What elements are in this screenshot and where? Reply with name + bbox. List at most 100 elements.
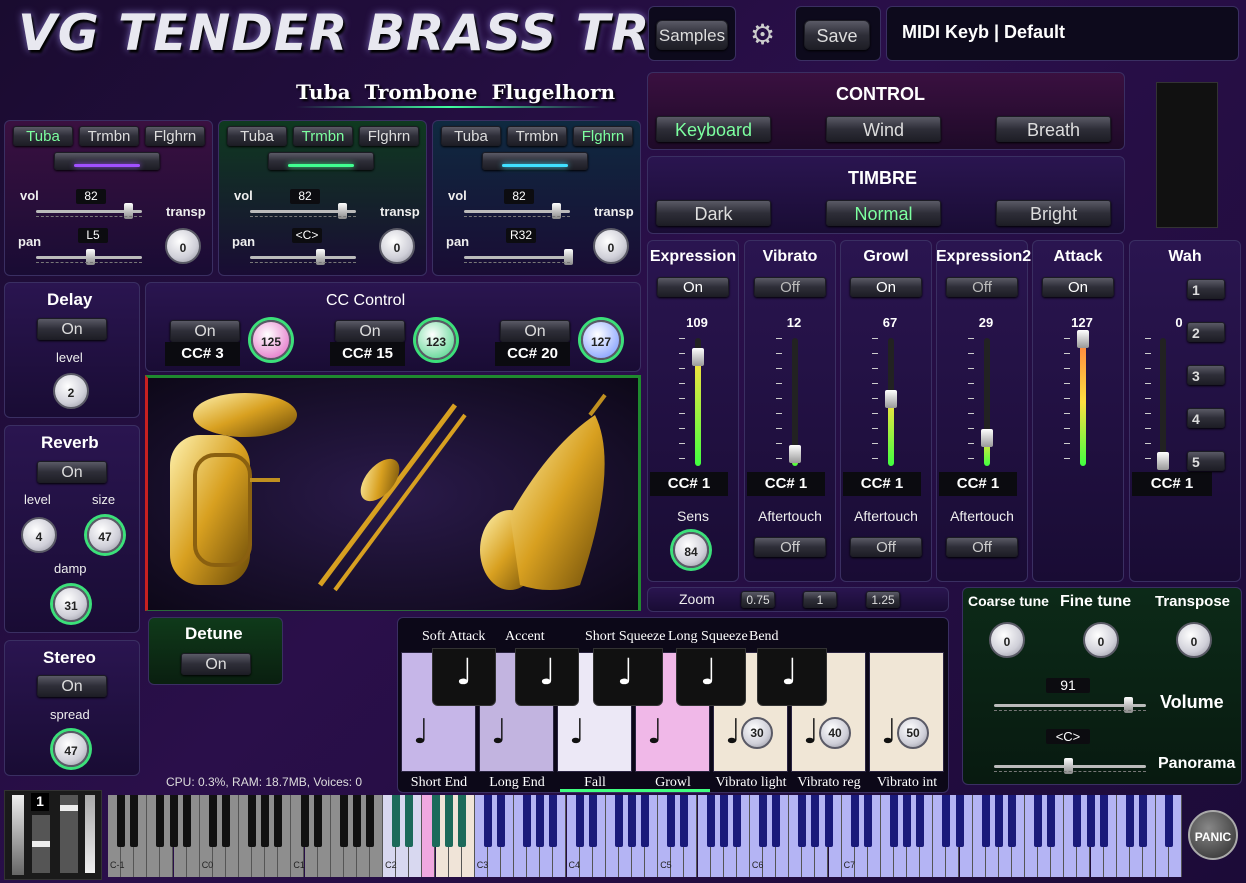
piano-black-key[interactable] bbox=[405, 795, 414, 847]
piano-black-key[interactable] bbox=[208, 795, 217, 847]
piano-black-key[interactable] bbox=[274, 795, 283, 847]
piano-black-key[interactable] bbox=[981, 795, 990, 847]
channel-2-transp-knob[interactable]: 0 bbox=[593, 228, 629, 264]
strip-4-toggle[interactable]: On bbox=[1042, 277, 1114, 297]
save-button[interactable]: Save bbox=[804, 20, 870, 50]
control-breath-button[interactable]: Breath bbox=[996, 116, 1111, 142]
strip-0-fader[interactable] bbox=[692, 338, 704, 466]
zoom-075-button[interactable]: 0.75 bbox=[741, 591, 775, 608]
channel-2-select-bar[interactable] bbox=[482, 152, 588, 170]
cc-1-on-button[interactable]: On bbox=[335, 320, 405, 342]
piano-black-key[interactable] bbox=[523, 795, 532, 847]
vibrato-knob-0[interactable]: 30 bbox=[741, 717, 773, 749]
piano-black-key[interactable] bbox=[824, 795, 833, 847]
pitch-wheel[interactable] bbox=[12, 795, 24, 875]
samples-button[interactable]: Samples bbox=[656, 20, 728, 50]
channel-0-vol-slider[interactable] bbox=[36, 203, 142, 219]
piano-black-key[interactable] bbox=[366, 795, 374, 847]
gear-icon[interactable]: ⚙ bbox=[750, 18, 775, 51]
strip-3-fader[interactable] bbox=[981, 338, 993, 466]
delay-level-knob[interactable]: 2 bbox=[53, 373, 89, 409]
panorama-slider[interactable] bbox=[994, 758, 1146, 774]
coarse-tune-knob[interactable]: 0 bbox=[989, 622, 1025, 658]
piano-black-key[interactable] bbox=[549, 795, 558, 847]
control-wind-button[interactable]: Wind bbox=[826, 116, 941, 142]
channel-1-tab-flghrn[interactable]: Flghrn bbox=[359, 126, 419, 146]
mod-wheel-2[interactable] bbox=[60, 795, 78, 873]
channel-1-transp-knob[interactable]: 0 bbox=[379, 228, 415, 264]
vibrato-knob-2[interactable]: 50 bbox=[897, 717, 929, 749]
strip-2-toggle[interactable]: On bbox=[850, 277, 922, 297]
piano-black-key[interactable] bbox=[313, 795, 322, 847]
cc-2-value-knob[interactable]: 127 bbox=[581, 320, 621, 360]
strip-0-sens-knob[interactable]: 84 bbox=[673, 532, 709, 568]
piano-black-key[interactable] bbox=[339, 795, 348, 847]
volume-slider[interactable] bbox=[994, 697, 1146, 713]
piano-black-key[interactable] bbox=[1125, 795, 1134, 847]
channel-0-tab-tuba[interactable]: Tuba bbox=[13, 126, 73, 146]
channel-0-tab-trmbn[interactable]: Trmbn bbox=[79, 126, 139, 146]
cc-2-number[interactable]: CC# 20 bbox=[495, 342, 570, 366]
piano-black-key[interactable] bbox=[392, 795, 401, 847]
transpose-knob[interactable]: 0 bbox=[1176, 622, 1212, 658]
strip-0-cc[interactable]: CC# 1 bbox=[650, 472, 728, 496]
piano-black-key[interactable] bbox=[811, 795, 820, 847]
channel-2-tab-trmbn[interactable]: Trmbn bbox=[507, 126, 567, 146]
channel-1-select-bar[interactable] bbox=[268, 152, 374, 170]
zoom-125-button[interactable]: 1.25 bbox=[866, 591, 900, 608]
piano-black-key[interactable] bbox=[1099, 795, 1108, 847]
piano-black-key[interactable] bbox=[221, 795, 230, 847]
piano-black-key[interactable] bbox=[850, 795, 859, 847]
cc-1-number[interactable]: CC# 15 bbox=[330, 342, 405, 366]
cc-0-value-knob[interactable]: 125 bbox=[251, 320, 291, 360]
piano-black-key[interactable] bbox=[916, 795, 925, 847]
cc-1-value-knob[interactable]: 123 bbox=[416, 320, 456, 360]
strip-1-cc[interactable]: CC# 1 bbox=[747, 472, 825, 496]
fine-tune-knob[interactable]: 0 bbox=[1083, 622, 1119, 658]
piano-black-key[interactable] bbox=[575, 795, 584, 847]
timbre-dark-button[interactable]: Dark bbox=[656, 200, 771, 226]
channel-1-pan-slider[interactable] bbox=[250, 249, 356, 265]
piano-black-key[interactable] bbox=[588, 795, 597, 847]
piano-black-key[interactable] bbox=[772, 795, 781, 847]
piano-black-key[interactable] bbox=[1138, 795, 1147, 847]
strip-1-fader[interactable] bbox=[789, 338, 801, 466]
wah-button-2[interactable]: 2 bbox=[1187, 322, 1225, 342]
piano-black-key[interactable] bbox=[130, 795, 139, 847]
wah-button-3[interactable]: 3 bbox=[1187, 365, 1225, 385]
strip-0-toggle[interactable]: On bbox=[657, 277, 729, 297]
control-keyboard-button[interactable]: Keyboard bbox=[656, 116, 771, 142]
piano-black-key[interactable] bbox=[156, 795, 165, 847]
strip-2-cc[interactable]: CC# 1 bbox=[843, 472, 921, 496]
piano-black-key[interactable] bbox=[1034, 795, 1043, 847]
piano-black-key[interactable] bbox=[863, 795, 872, 847]
cc-2-on-button[interactable]: On bbox=[500, 320, 570, 342]
vibrato-knob-1[interactable]: 40 bbox=[819, 717, 851, 749]
piano-black-key[interactable] bbox=[536, 795, 545, 847]
piano-black-key[interactable] bbox=[1073, 795, 1082, 847]
piano-black-key[interactable] bbox=[352, 795, 361, 847]
mod-wheel-1[interactable] bbox=[32, 815, 50, 873]
strip-2-aftertouch-button[interactable]: Off bbox=[850, 537, 922, 557]
channel-0-tab-flghrn[interactable]: Flghrn bbox=[145, 126, 205, 146]
piano-black-key[interactable] bbox=[1007, 795, 1016, 847]
wah-button-4[interactable]: 4 bbox=[1187, 408, 1225, 428]
piano-black-key[interactable] bbox=[994, 795, 1003, 847]
piano-black-key[interactable] bbox=[890, 795, 898, 847]
piano-black-key[interactable] bbox=[182, 795, 191, 847]
channel-1-tab-tuba[interactable]: Tuba bbox=[227, 126, 287, 146]
strip-1-toggle[interactable]: Off bbox=[754, 277, 826, 297]
piano-black-key[interactable] bbox=[483, 795, 492, 847]
strip-5-fader[interactable] bbox=[1157, 338, 1169, 470]
timbre-normal-button[interactable]: Normal bbox=[826, 200, 941, 226]
strip-3-aftertouch-button[interactable]: Off bbox=[946, 537, 1018, 557]
piano-black-key[interactable] bbox=[903, 795, 912, 847]
strip-2-fader[interactable] bbox=[885, 338, 897, 466]
piano-black-key[interactable] bbox=[457, 795, 466, 847]
piano-black-key[interactable] bbox=[667, 795, 676, 847]
piano-black-key[interactable] bbox=[680, 795, 689, 847]
channel-0-pan-slider[interactable] bbox=[36, 249, 142, 265]
piano-black-key[interactable] bbox=[117, 795, 126, 847]
piano-black-key[interactable] bbox=[169, 795, 178, 847]
strip-5-cc[interactable]: CC# 1 bbox=[1132, 472, 1212, 496]
